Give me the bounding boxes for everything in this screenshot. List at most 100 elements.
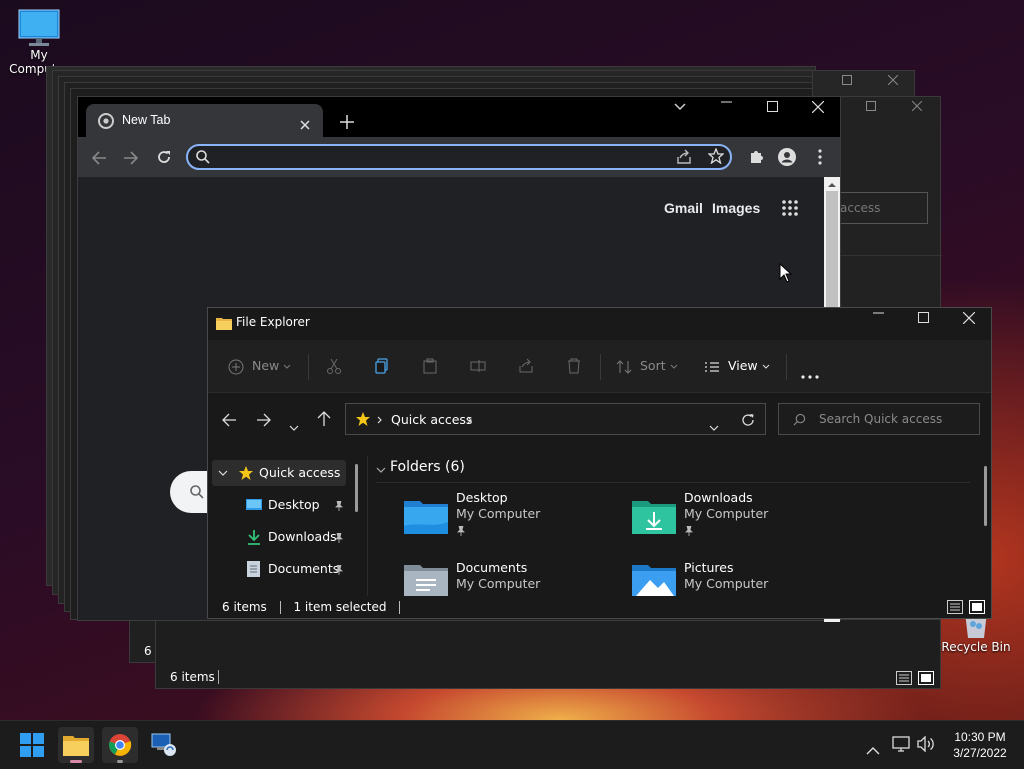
refresh-icon[interactable]: [741, 412, 755, 431]
close-icon[interactable]: [806, 101, 830, 121]
maximize-icon[interactable]: [760, 101, 784, 121]
omnibox-input[interactable]: [216, 148, 670, 168]
search-box-partial[interactable]: [170, 471, 210, 513]
folder-name: Pictures: [684, 560, 734, 575]
back-button[interactable]: [91, 150, 106, 169]
gmail-link[interactable]: Gmail: [664, 200, 703, 216]
scrollbar-thumb[interactable]: [826, 191, 838, 311]
network-icon[interactable]: [892, 736, 910, 756]
taskbar-chrome[interactable]: [102, 727, 138, 763]
copy-icon[interactable]: [374, 358, 390, 378]
minimize-icon[interactable]: [714, 101, 738, 121]
nav-item-documents[interactable]: Documents: [212, 556, 346, 582]
search-box[interactable]: Search Quick access: [778, 403, 980, 435]
cut-icon[interactable]: [326, 358, 342, 378]
content-scrollbar[interactable]: [984, 466, 987, 526]
details-view-icon[interactable]: [896, 670, 912, 689]
nav-scrollbar[interactable]: [355, 464, 358, 512]
sort-button[interactable]: Sort: [616, 358, 678, 374]
start-button[interactable]: [14, 727, 50, 763]
arrow-right-icon: [124, 151, 139, 165]
close-icon[interactable]: [957, 312, 981, 332]
reload-button[interactable]: [156, 149, 172, 169]
folder-app-icon: [216, 318, 232, 330]
taskbar: 10:30 PM 3/27/2022: [0, 720, 1024, 769]
view-list-icon: [705, 361, 719, 372]
folder-tile-documents[interactable]: Documents My Computer: [404, 560, 614, 596]
share-icon[interactable]: [518, 358, 534, 378]
status-bar: 6 items 1 item selected: [222, 600, 409, 614]
taskbar-file-explorer[interactable]: [58, 727, 94, 763]
nav-item-quick-access[interactable]: Quick access: [212, 460, 346, 486]
nav-item-desktop[interactable]: Desktop: [212, 492, 346, 518]
bookmark-star-icon[interactable]: [707, 147, 725, 168]
maximize-icon[interactable]: [911, 312, 935, 332]
rename-icon[interactable]: [470, 358, 486, 378]
volume-icon[interactable]: [917, 735, 935, 756]
delete-icon[interactable]: [566, 358, 582, 378]
folder-tile-desktop[interactable]: Desktop My Computer: [404, 490, 614, 542]
new-tab-button[interactable]: [340, 114, 354, 133]
images-link[interactable]: Images: [712, 200, 760, 216]
paste-icon[interactable]: [422, 358, 438, 378]
group-header-label: Folders (6): [390, 459, 465, 475]
tab-close-icon[interactable]: [300, 115, 310, 134]
show-hidden-icons-button[interactable]: [866, 740, 880, 759]
plus-icon: [340, 115, 354, 129]
pin-icon: [335, 501, 343, 511]
windows-logo-icon: [20, 733, 44, 757]
forward-button[interactable]: [257, 412, 271, 431]
maximize-icon[interactable]: [835, 75, 859, 95]
tiles-view-icon[interactable]: [918, 670, 934, 689]
omnibox[interactable]: [186, 144, 732, 170]
search-icon: [190, 485, 204, 499]
folder-tile-pictures[interactable]: Pictures My Computer: [632, 560, 842, 596]
folders-group-header[interactable]: Folders (6): [376, 458, 970, 483]
scroll-up-icon: [828, 183, 836, 187]
forward-button[interactable]: [124, 150, 139, 169]
chevron-right-icon: [467, 416, 472, 424]
sort-label: Sort: [639, 358, 666, 373]
back-button[interactable]: [222, 412, 236, 431]
address-dropdown-icon[interactable]: [709, 416, 719, 435]
details-view-icon[interactable]: [947, 599, 963, 618]
folder-tile-downloads[interactable]: Downloads My Computer: [632, 490, 842, 542]
recent-locations-button[interactable]: [289, 416, 299, 435]
tab-title: New Tab: [122, 113, 171, 127]
mouse-cursor-icon: [779, 263, 793, 283]
separator: [600, 354, 601, 380]
plus-circle-icon: [228, 359, 244, 374]
taskbar-remote-desktop[interactable]: [146, 727, 182, 763]
more-options-icon[interactable]: [801, 364, 819, 383]
extensions-icon[interactable]: [748, 149, 764, 169]
search-input-partial[interactable]: access: [839, 192, 928, 224]
view-button[interactable]: View: [704, 358, 770, 373]
profile-icon[interactable]: [778, 148, 796, 170]
chevron-down-icon: [283, 364, 291, 369]
share-icon[interactable]: [676, 149, 692, 169]
running-indicator: [117, 760, 123, 763]
separator: [308, 354, 309, 380]
clock[interactable]: 10:30 PM 3/27/2022: [944, 729, 1016, 761]
nav-item-downloads[interactable]: Downloads: [212, 524, 346, 550]
minimize-icon[interactable]: [866, 312, 890, 332]
menu-kebab-icon[interactable]: [818, 149, 822, 169]
apps-grid-icon[interactable]: [782, 200, 798, 220]
maximize-icon[interactable]: [859, 101, 883, 121]
folder-name: Documents: [456, 560, 528, 575]
tab-new-tab[interactable]: New Tab: [86, 104, 323, 137]
address-bar[interactable]: Quick access: [345, 403, 766, 435]
tab-search-icon[interactable]: [668, 103, 692, 123]
close-icon[interactable]: [881, 75, 905, 95]
close-icon[interactable]: [905, 101, 929, 121]
tiles-view-icon[interactable]: [969, 599, 985, 618]
file-explorer-window[interactable]: File Explorer New Sort View Quick access…: [207, 307, 992, 619]
documents-folder-icon: [404, 565, 448, 596]
up-button[interactable]: [317, 411, 331, 430]
breadcrumb-quick-access[interactable]: Quick access: [391, 412, 472, 427]
view-label: View: [727, 358, 758, 373]
folder-location: My Computer: [456, 576, 541, 591]
clock-date: 3/27/2022: [953, 746, 1007, 760]
new-button[interactable]: New: [228, 358, 291, 375]
nav-item-label: Quick access: [259, 465, 341, 480]
